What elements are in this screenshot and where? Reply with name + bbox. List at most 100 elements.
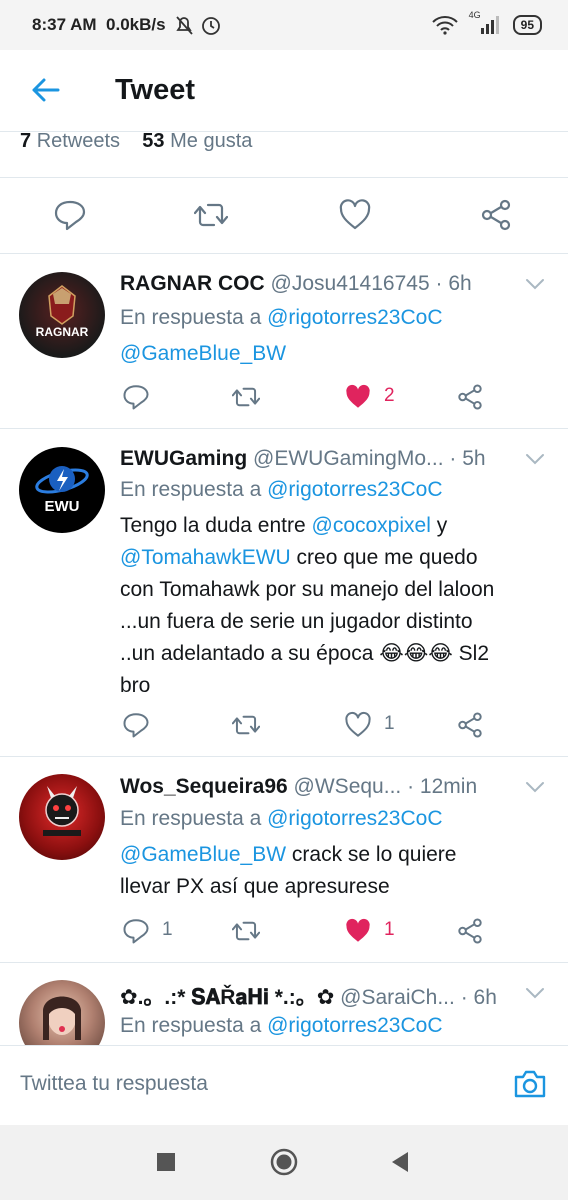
separator-dot: · [460,986,468,1009]
battery-indicator: 95 [512,15,542,35]
chevron-down-icon[interactable] [524,276,546,292]
reply-context: En respuesta a @rigotorres23CoC [120,807,443,831]
signal-icon: 4G [469,10,503,36]
mention-link[interactable]: @GameBlue_BW [120,342,286,365]
user-handle[interactable]: @WSequ... [294,775,402,798]
user-handle[interactable]: @EWUGamingMo... [253,447,444,470]
tweet-body: @GameBlue_BW [120,338,510,370]
reply-tweet[interactable]: RAGNAR RAGNAR COC @Josu41416745 · 6h En … [0,254,568,428]
status-speed: 0.0kB/s [106,15,166,34]
reply-tweet[interactable]: ✿.。.:* 𝐒𝐀Ř𝐚𝐇𝐢 *.:。✿ @SaraiCh... · 6h En … [0,963,568,1045]
retweet-icon[interactable] [232,711,260,739]
profile-photo-icon [43,996,81,1040]
user-name[interactable]: EWUGaming [120,447,247,470]
avatar[interactable]: EWU [19,447,105,533]
tweet-header: Wos_Sequeira96 @WSequ... · 12min [120,775,540,799]
mention-link[interactable]: @rigotorres23CoC [267,807,442,830]
signal-bars-icon [480,16,499,34]
avatar[interactable]: RAGNAR [19,272,105,358]
like-icon[interactable] [338,198,372,232]
user-name[interactable]: RAGNAR COC [120,272,265,295]
reply-icon[interactable] [122,917,150,945]
reply-icon[interactable] [122,383,150,411]
share-icon[interactable] [456,711,484,739]
share-icon[interactable] [479,198,513,232]
tweet-body: Tengo la duda entre @cocoxpixel y @Tomah… [120,510,510,702]
app-bar: Tweet [0,50,568,132]
user-handle[interactable]: @Josu41416745 [271,272,430,295]
separator-dot: · [407,775,415,798]
liked-heart-icon[interactable] [344,383,372,411]
wifi-icon [431,16,458,35]
reply-context: En respuesta a @rigotorres23CoC [120,306,443,330]
user-handle[interactable]: @SaraiCh... [340,986,455,1009]
mention-link[interactable]: @cocoxpixel [312,514,431,537]
status-right: 4G 95 [431,10,542,36]
divider [0,177,568,178]
status-bar-text: 8:37 AM 0.0kB/s [32,15,166,35]
avatar[interactable] [19,980,105,1045]
retweet-icon[interactable] [232,917,260,945]
main-tweet-actions [0,185,568,245]
reply-prefix: En respuesta a [120,306,262,329]
reply-tweet[interactable]: Wos_Sequeira96 @WSequ... · 12min En resp… [0,757,568,962]
camera-icon[interactable] [512,1066,548,1102]
oni-mask-logo-icon [43,786,81,836]
retweets-label[interactable]: Retweets [37,130,120,152]
tweet-body: @GameBlue_BW crack se lo quiere llevar P… [120,839,510,903]
back-icon[interactable] [386,1147,416,1177]
likes-label[interactable]: Me gusta [170,130,252,152]
tweet-header: RAGNAR COC @Josu41416745 · 6h [120,272,540,296]
mute-alarm-icons [176,16,220,35]
chevron-down-icon[interactable] [524,451,546,467]
liked-heart-icon[interactable] [344,917,372,945]
like-count: 2 [384,385,395,406]
user-name[interactable]: ✿.。.:* 𝐒𝐀Ř𝐚𝐇𝐢 *.:。✿ [120,986,334,1009]
svg-text:EWU: EWU [45,498,80,515]
reply-prefix: En respuesta a [120,807,262,830]
reply-input[interactable]: Twittea tu respuesta [20,1072,208,1096]
system-nav-bar [0,1125,568,1200]
notification-icons [175,15,221,42]
mention-link[interactable]: @rigotorres23CoC [267,478,442,501]
retweets-count[interactable]: 7 [20,130,31,152]
like-count: 1 [384,919,395,940]
body-text: y [436,514,448,537]
recent-apps-icon[interactable] [151,1147,181,1177]
reply-context: En respuesta a @rigotorres23CoC [120,1014,443,1038]
chevron-down-icon[interactable] [524,779,546,795]
like-count: 1 [384,713,395,734]
likes-count[interactable]: 53 [142,130,164,152]
share-icon[interactable] [456,383,484,411]
separator-dot: · [435,272,443,295]
reply-tweet[interactable]: EWU EWUGaming @EWUGamingMo... · 5h En re… [0,429,568,756]
page-title: Tweet [115,74,196,106]
mention-link[interactable]: @GameBlue_BW [120,843,286,866]
chevron-down-icon[interactable] [524,985,546,1001]
ewu-logo-icon: EWU [35,466,89,515]
reply-icon[interactable] [53,198,87,232]
reply-count: 1 [162,919,173,940]
reply-prefix: En respuesta a [120,1014,262,1037]
tweet-stats: 7 Retweets 53 Me gusta [20,130,252,153]
share-icon[interactable] [456,917,484,945]
retweet-icon[interactable] [194,198,228,232]
reply-composer: Twittea tu respuesta [0,1045,568,1125]
mention-link[interactable]: @rigotorres23CoC [267,1014,442,1037]
like-icon[interactable] [344,711,372,739]
home-icon[interactable] [269,1147,299,1177]
tweet-header: ✿.。.:* 𝐒𝐀Ř𝐚𝐇𝐢 *.:。✿ @SaraiCh... · 6h [120,981,540,1011]
status-bar: 8:37 AM 0.0kB/s 4G 95 [0,0,568,50]
body-text: Tengo la duda entre [120,514,306,537]
back-arrow-icon[interactable] [28,72,64,108]
tweet-time: 6h [473,986,497,1009]
avatar[interactable] [19,774,105,860]
mention-link[interactable]: @rigotorres23CoC [267,306,442,329]
reply-context: En respuesta a @rigotorres23CoC [120,478,443,502]
svg-text:RAGNAR: RAGNAR [36,325,89,339]
user-name[interactable]: Wos_Sequeira96 [120,775,288,798]
reply-icon[interactable] [122,711,150,739]
ragnar-logo-icon: RAGNAR [36,285,89,339]
retweet-icon[interactable] [232,383,260,411]
mention-link[interactable]: @TomahawkEWU [120,546,291,569]
